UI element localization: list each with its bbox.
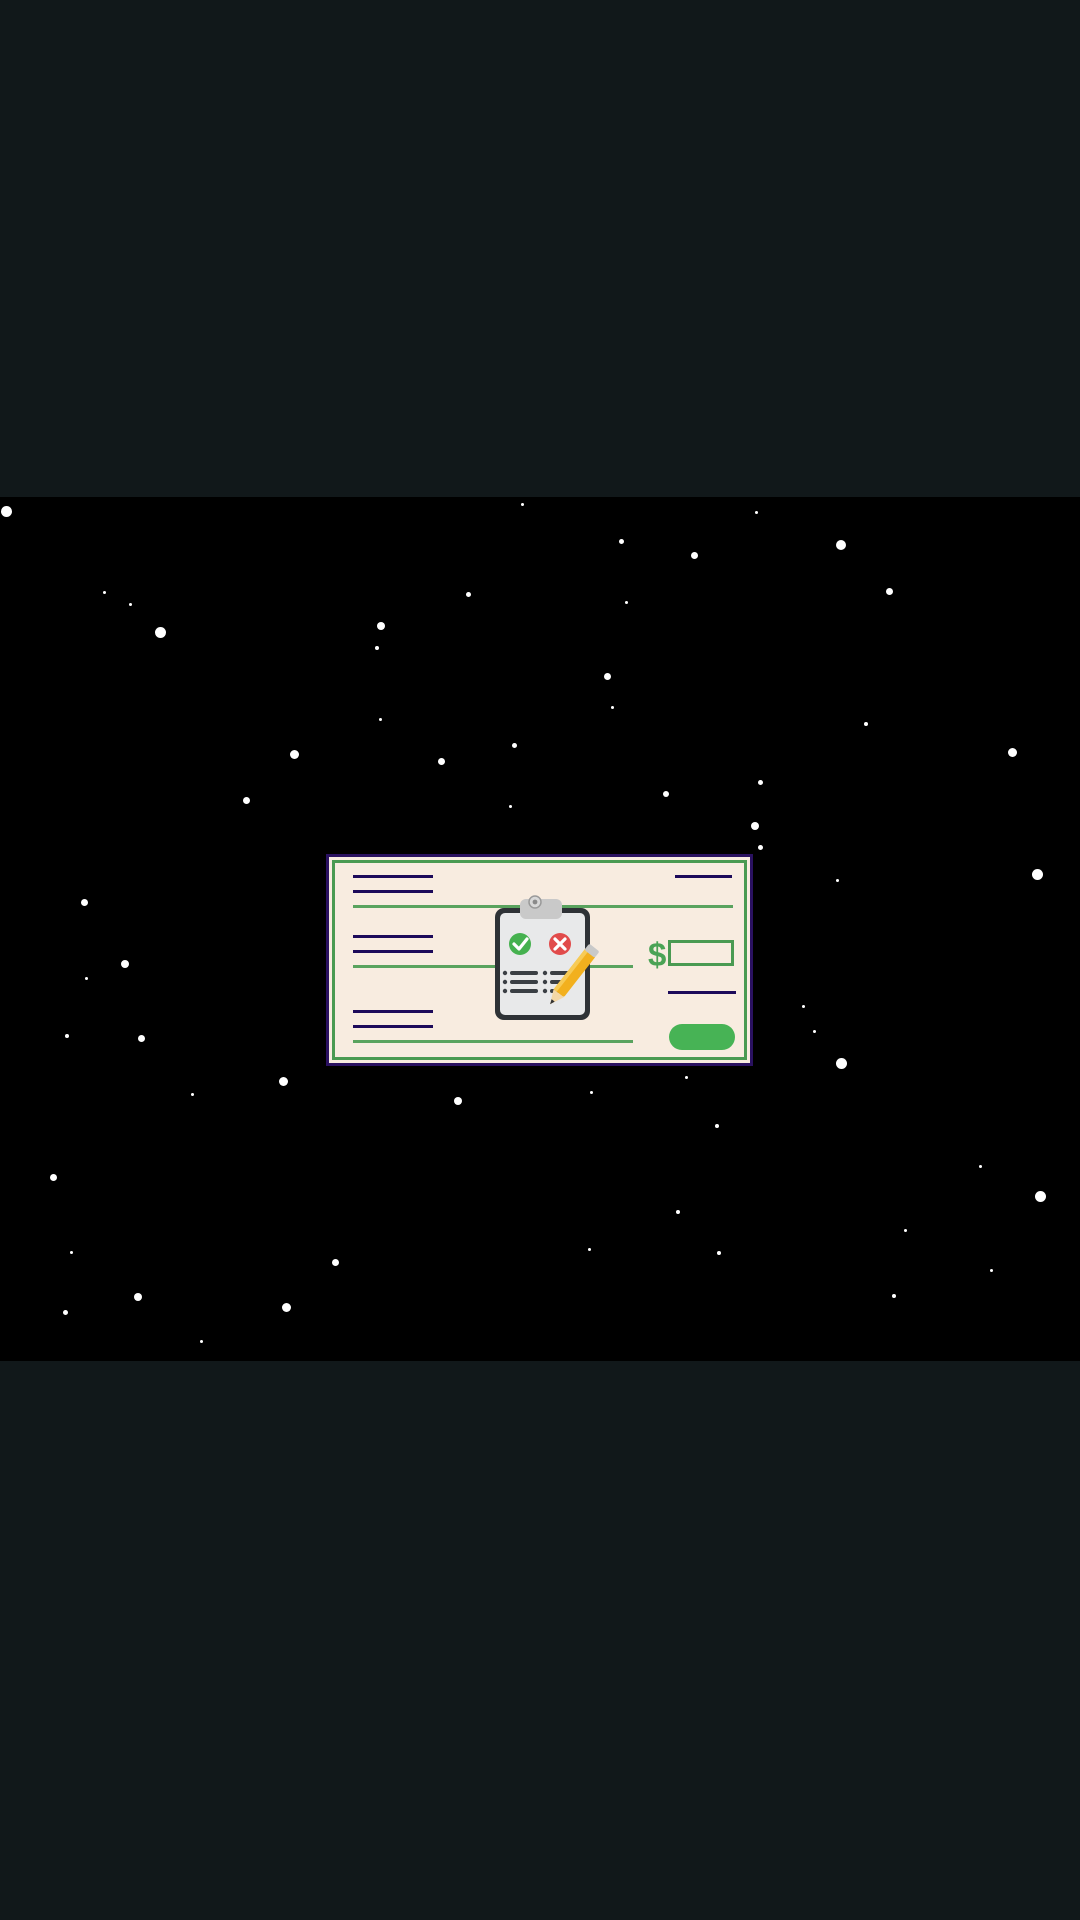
star — [454, 1097, 462, 1105]
star — [190, 1092, 194, 1096]
date-line — [675, 875, 732, 878]
letterbox-bottom — [0, 1361, 1080, 1920]
star — [377, 622, 385, 630]
star — [511, 742, 517, 748]
placeholder-line — [353, 950, 433, 953]
star — [836, 540, 846, 550]
star — [690, 551, 698, 559]
star — [684, 1075, 688, 1079]
check-mark-icon — [509, 933, 531, 955]
star — [1034, 1190, 1046, 1202]
signature-pill — [669, 1024, 735, 1050]
star — [0, 505, 12, 517]
star — [121, 960, 129, 968]
star — [128, 602, 132, 606]
star — [62, 1309, 68, 1315]
placeholder-line — [353, 935, 433, 938]
star — [69, 1250, 73, 1254]
star — [137, 1034, 145, 1042]
star — [375, 646, 379, 650]
star — [835, 878, 839, 882]
star — [154, 626, 166, 638]
star — [587, 1247, 591, 1251]
star — [65, 1034, 69, 1038]
star — [892, 1294, 896, 1298]
star — [508, 804, 512, 808]
star — [49, 1173, 57, 1181]
star — [437, 757, 445, 765]
star — [754, 510, 758, 514]
star — [757, 779, 763, 785]
star — [1031, 868, 1043, 880]
star — [199, 1339, 203, 1343]
star — [618, 538, 624, 544]
star — [289, 749, 299, 759]
star — [1007, 747, 1017, 757]
star — [864, 722, 868, 726]
star — [715, 1124, 719, 1128]
star — [102, 590, 106, 594]
memo-line — [668, 991, 736, 994]
cross-mark-icon — [549, 933, 571, 955]
star — [903, 1228, 907, 1232]
signature-line — [353, 1040, 633, 1043]
star — [84, 976, 88, 980]
star — [624, 600, 628, 604]
star — [242, 796, 250, 804]
star — [812, 1029, 816, 1033]
star — [757, 844, 763, 850]
star — [281, 1302, 291, 1312]
star — [835, 1057, 847, 1069]
placeholder-line — [353, 890, 433, 893]
star — [520, 502, 524, 506]
star — [978, 1164, 982, 1168]
placeholder-line — [353, 1010, 433, 1013]
star — [378, 717, 382, 721]
star — [278, 1076, 288, 1086]
star — [589, 1090, 593, 1094]
star — [603, 672, 611, 680]
star — [801, 1004, 805, 1008]
check-inner-border: $ — [332, 860, 747, 1060]
star — [885, 587, 893, 595]
amount-field-box — [668, 940, 734, 966]
star — [331, 1258, 339, 1266]
clipboard-checklist-icon — [495, 895, 599, 1020]
currency-symbol: $ — [648, 936, 667, 973]
placeholder-line — [353, 875, 433, 878]
star — [717, 1251, 721, 1255]
star — [676, 1210, 680, 1214]
star — [610, 705, 614, 709]
star — [663, 791, 669, 797]
star — [989, 1268, 993, 1272]
star — [751, 822, 759, 830]
star — [80, 898, 88, 906]
placeholder-line — [353, 1025, 433, 1028]
bank-check-card: $ — [326, 854, 753, 1066]
star — [134, 1293, 142, 1301]
letterbox-top — [0, 0, 1080, 497]
star — [465, 591, 471, 597]
